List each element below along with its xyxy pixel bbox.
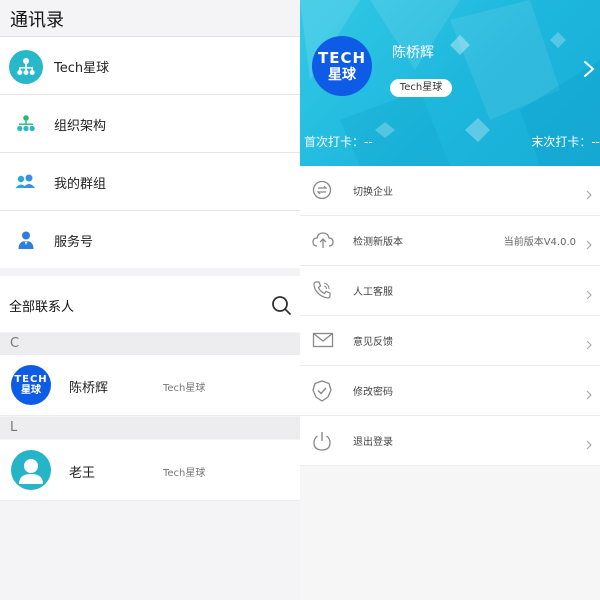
menu-label: 我的群组 — [54, 177, 107, 192]
setting-label: 人工客服 — [353, 287, 393, 298]
chevron-right-icon — [586, 435, 592, 450]
page-title: 通讯录 — [10, 10, 64, 31]
contact-row[interactable]: 老王 Tech星球 — [0, 440, 300, 501]
setting-change-password[interactable]: 修改密码 — [300, 366, 600, 416]
group-icon — [14, 170, 38, 194]
setting-label: 修改密码 — [353, 387, 393, 398]
profile-screen: TECH 星球 陈桥辉 Tech星球 首次打卡：-- 末次打卡：-- 切换企业 — [300, 0, 600, 600]
setting-label: 退出登录 — [353, 437, 393, 448]
menu-item-service-accounts[interactable]: 服务号 — [0, 211, 300, 268]
contact-row[interactable]: TECH 星球 陈桥辉 Tech星球 — [0, 355, 300, 416]
setting-feedback[interactable]: 意见反馈 — [300, 316, 600, 366]
service-person-icon — [14, 228, 38, 252]
power-icon — [312, 430, 332, 451]
index-letter: C — [10, 336, 20, 351]
avatar: TECH 星球 — [11, 365, 51, 405]
profile-header[interactable]: TECH 星球 陈桥辉 Tech星球 首次打卡：-- 末次打卡：-- — [300, 0, 600, 166]
first-checkin: 首次打卡：-- — [304, 135, 373, 149]
setting-label: 切换企业 — [353, 187, 393, 198]
cloud-upload-icon — [312, 230, 334, 250]
setting-customer-service[interactable]: 人工客服 — [300, 266, 600, 316]
menu-item-my-groups[interactable]: 我的群组 — [0, 153, 300, 211]
version-value: 当前版本V4.0.0 — [503, 237, 576, 248]
logo-text: TECH — [14, 373, 48, 385]
chevron-right-icon — [586, 185, 592, 200]
logo-text: TECH — [317, 48, 367, 67]
last-checkin: 末次打卡：-- — [531, 135, 600, 149]
chevron-right-icon[interactable] — [582, 60, 596, 78]
menu-item-org-structure[interactable]: 组织架构 — [0, 95, 300, 153]
setting-check-version[interactable]: 检测新版本 当前版本V4.0.0 — [300, 216, 600, 266]
search-icon[interactable] — [270, 294, 292, 316]
chevron-right-icon — [586, 385, 592, 400]
phone-icon — [312, 280, 332, 300]
index-letter: L — [10, 420, 18, 435]
menu-item-company[interactable]: Tech星球 — [0, 37, 300, 95]
contacts-screen: 通讯录 Tech星球 组织架构 我的群组 服务号 全部联系人 C TECH 星球… — [0, 0, 300, 600]
org-chart-icon — [14, 112, 38, 136]
switch-icon — [312, 180, 332, 200]
contacts-menu: Tech星球 组织架构 我的群组 服务号 — [0, 37, 300, 268]
setting-logout[interactable]: 退出登录 — [300, 416, 600, 466]
chevron-right-icon — [586, 285, 592, 300]
setting-label: 意见反馈 — [353, 337, 393, 348]
contact-name: 陈桥辉 — [69, 381, 109, 396]
chevron-right-icon — [586, 335, 592, 350]
setting-label: 检测新版本 — [353, 237, 403, 248]
menu-label: Tech星球 — [54, 61, 110, 76]
logo-text: 星球 — [21, 384, 41, 396]
menu-label: 服务号 — [54, 235, 94, 250]
contact-company: Tech星球 — [163, 468, 206, 479]
person-avatar-icon — [11, 450, 51, 490]
mail-icon — [312, 330, 334, 350]
contact-company: Tech星球 — [163, 383, 206, 394]
chevron-right-icon — [586, 235, 592, 250]
setting-switch-company[interactable]: 切换企业 — [300, 166, 600, 216]
shield-check-icon — [312, 380, 332, 402]
index-header: L — [0, 417, 300, 439]
contact-name: 老王 — [69, 466, 96, 481]
all-contacts-header: 全部联系人 — [0, 276, 300, 332]
org-tree-circle-icon — [9, 50, 43, 84]
index-header: C — [0, 333, 300, 355]
profile-avatar: TECH 星球 — [312, 36, 372, 96]
profile-name: 陈桥辉 — [392, 45, 434, 61]
settings-list: 切换企业 检测新版本 当前版本V4.0.0 人工客服 意见反馈 修改密码 退出登… — [300, 166, 600, 466]
logo-text: 星球 — [328, 66, 356, 83]
menu-label: 组织架构 — [54, 119, 107, 134]
section-title: 全部联系人 — [9, 300, 75, 315]
company-badge: Tech星球 — [390, 79, 452, 97]
